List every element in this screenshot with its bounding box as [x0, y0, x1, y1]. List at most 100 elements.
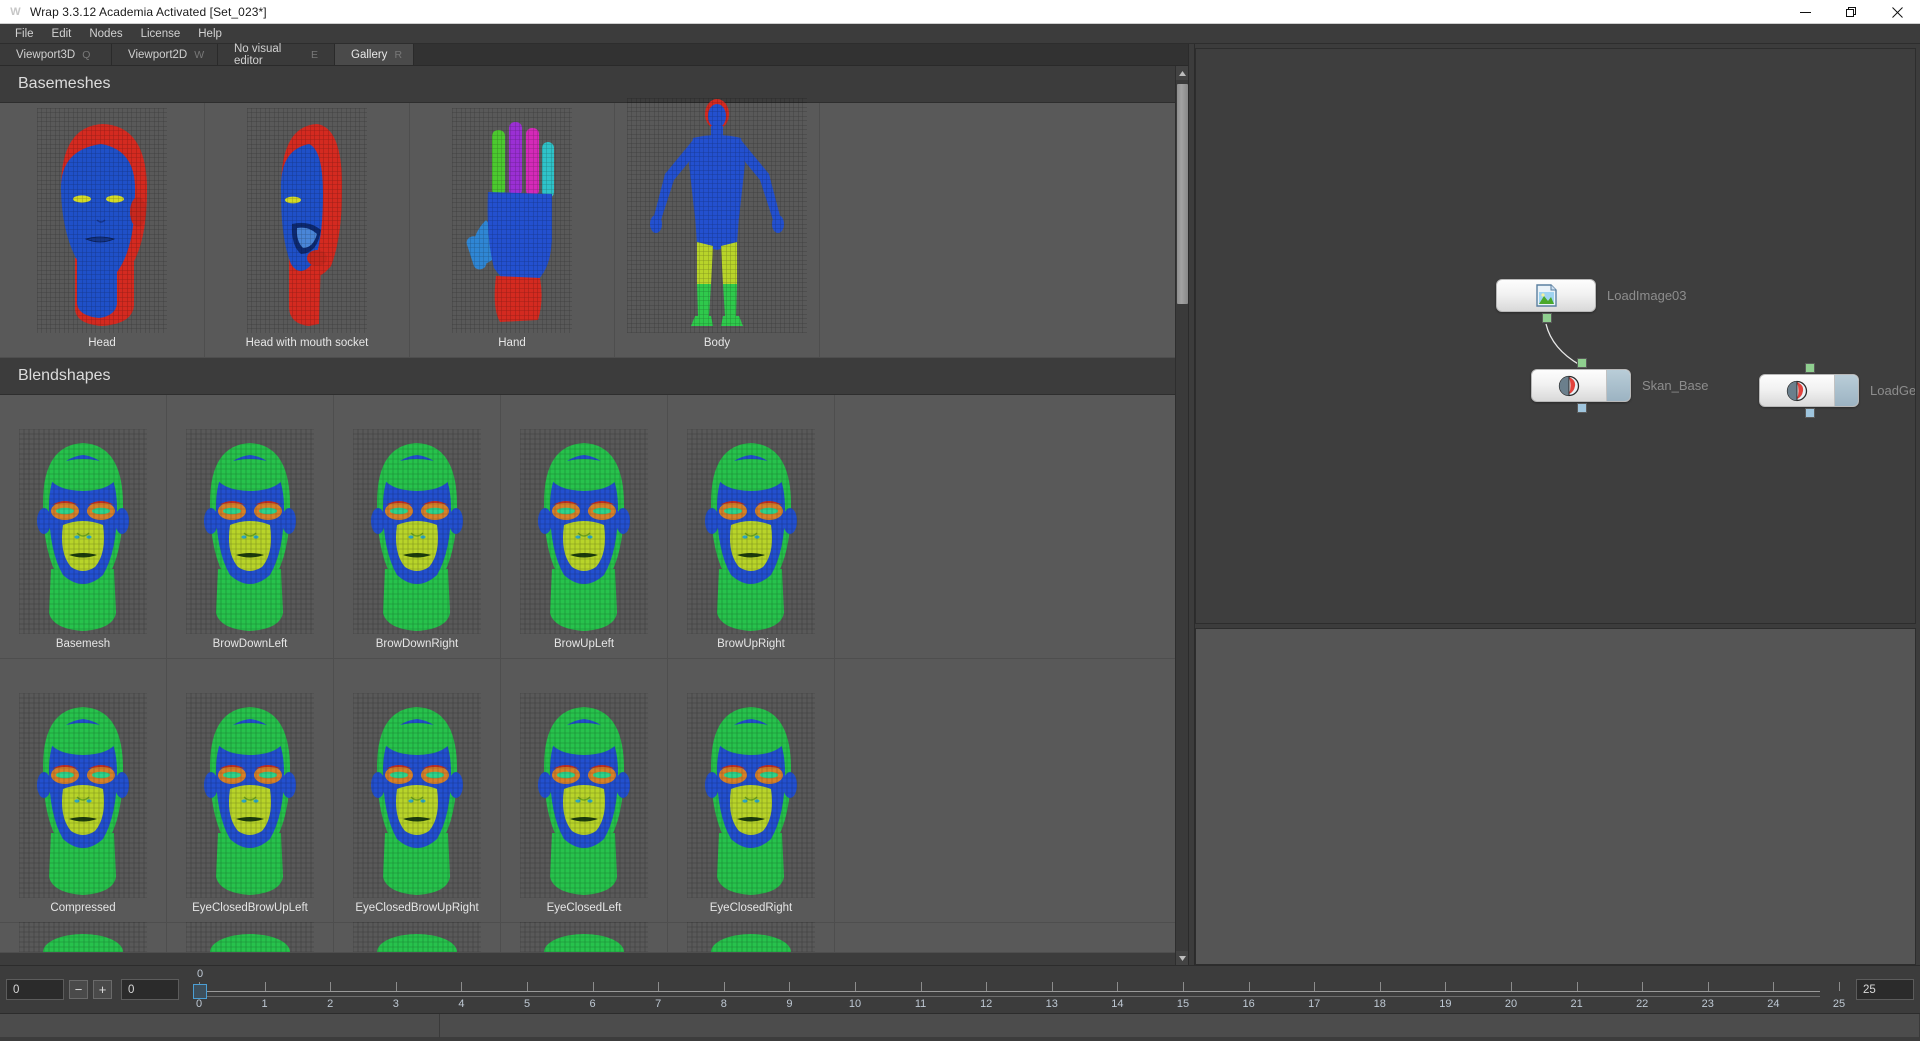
ruler-tick: [1379, 981, 1381, 991]
menu-item-edit[interactable]: Edit: [43, 24, 81, 44]
gallery-item-eyeclosedbrowupleft[interactable]: EyeClosedBrowUpLeft: [167, 659, 334, 923]
gallery-item-browupleft[interactable]: [501, 922, 668, 953]
minimize-icon[interactable]: [1782, 0, 1828, 24]
gallery-row-filler: [835, 659, 1175, 923]
gallery-item-body[interactable]: Body: [615, 98, 820, 358]
nodegraph-panel: LoadImage03 Skan_Base LoadGe: [1195, 44, 1920, 965]
ruler-tick: [789, 981, 791, 991]
tab-viewport2d[interactable]: Viewport2D W: [112, 44, 218, 65]
gallery-item-browdownleft[interactable]: BrowDownLeft: [167, 395, 334, 659]
node-body[interactable]: [1531, 358, 1631, 413]
gallery-item-head-with-mouth-socket[interactable]: Head with mouth socket: [205, 103, 410, 358]
timeline-ruler[interactable]: 0 1 2 3 4 5 6 7 8 9 10 11 12 13 14 15 16 17 18 19 20 21 22 23 24…: [193, 966, 1846, 1014]
tab-label: Gallery: [351, 48, 388, 61]
head-mesh-icon: [37, 108, 167, 333]
gallery-row-filler: [835, 395, 1175, 659]
blendshape-head-icon: [520, 693, 648, 898]
node-output-port[interactable]: [1577, 403, 1587, 413]
gallery-item-compressed[interactable]: Compressed: [0, 659, 167, 923]
ruler-tick: [461, 981, 463, 991]
node-input-port[interactable]: [1805, 363, 1815, 373]
tab-hotkey: E: [310, 48, 318, 61]
node-output-port[interactable]: [1542, 313, 1552, 323]
restore-icon[interactable]: [1828, 0, 1874, 24]
gallery-scroll-area: Basemeshes Head Head with mouth socket H…: [0, 66, 1188, 965]
gallery-item-eyeclosedleft[interactable]: EyeClosedLeft: [501, 659, 668, 923]
ruler-tick-label: 22: [1636, 997, 1649, 1010]
menu-item-help[interactable]: Help: [189, 24, 231, 44]
nodegraph-canvas[interactable]: LoadImage03 Skan_Base LoadGe: [1195, 48, 1916, 624]
blendshape-head-icon: [520, 922, 648, 952]
blendshape-head-icon: [186, 922, 314, 952]
gallery-item-label: BrowUpRight: [717, 638, 785, 650]
current-frame-input[interactable]: 0: [6, 979, 64, 1000]
range-start-input[interactable]: 0: [121, 979, 179, 1000]
scrollbar-thumb[interactable]: [1176, 84, 1188, 304]
node-skan-base[interactable]: Skan_Base: [1531, 358, 1709, 413]
gallery-scrollbar[interactable]: [1175, 66, 1188, 965]
ruler-tick-label: 25: [1832, 997, 1846, 1010]
ruler-tick: [1707, 981, 1709, 991]
ruler-tick-label: 11: [914, 997, 927, 1010]
node-input-port[interactable]: [1577, 358, 1587, 368]
gallery-item-browupleft[interactable]: BrowUpLeft: [501, 395, 668, 659]
tab-gallery[interactable]: Gallery R: [335, 44, 414, 65]
node-body[interactable]: [1759, 363, 1859, 418]
tab-label: Viewport3D: [16, 48, 76, 61]
scroll-down-icon[interactable]: [1175, 951, 1188, 965]
menu-item-nodes[interactable]: Nodes: [80, 24, 131, 44]
gallery-item-label: BrowDownLeft: [212, 638, 288, 650]
ruler-tick: [920, 981, 922, 991]
scrollbar-track[interactable]: [1175, 80, 1188, 951]
blendshape-head-icon: [520, 429, 648, 634]
node-output-port[interactable]: [1805, 408, 1815, 418]
gallery-item-browdownleft[interactable]: [167, 922, 334, 953]
gallery-item-hand[interactable]: Hand: [410, 103, 615, 358]
ruler-tick: [1051, 981, 1053, 991]
tab-hotkey: Q: [82, 48, 91, 61]
ruler-tick: [723, 981, 725, 991]
gallery-item-eyeclosedbrowupright[interactable]: EyeClosedBrowUpRight: [334, 659, 501, 923]
gallery-row: Compressed EyeClosedBrowUpLeft EyeClosed…: [0, 659, 1175, 923]
gallery-item-browdownright[interactable]: BrowDownRight: [334, 395, 501, 659]
gallery-item-browupright[interactable]: BrowUpRight: [668, 395, 835, 659]
ruler-tick-label: 13: [1045, 997, 1058, 1010]
hand-mesh-icon: [452, 108, 572, 333]
gallery-item-basemesh[interactable]: Basemesh: [0, 395, 167, 659]
gallery-item-eyeclosedright[interactable]: EyeClosedRight: [668, 659, 835, 923]
blendshape-head-icon: [353, 429, 481, 634]
scroll-up-icon[interactable]: [1175, 66, 1188, 80]
gallery-row-filler: [820, 103, 1175, 358]
node-body[interactable]: [1496, 279, 1596, 323]
section-header-blendshapes: Blendshapes: [0, 358, 1175, 395]
blendshape-head-icon: [353, 922, 481, 952]
tab-no-visual-editor[interactable]: No visual editor E: [218, 43, 335, 67]
menu-item-license[interactable]: License: [132, 24, 190, 44]
tab-hotkey: R: [394, 48, 403, 61]
ruler-tick-label: 17: [1308, 997, 1321, 1010]
gallery-item-head[interactable]: Head: [0, 103, 205, 358]
geometry-icon: [1760, 379, 1834, 403]
close-icon[interactable]: [1874, 0, 1920, 24]
blendshape-head-icon: [186, 429, 314, 634]
gallery-row-filler: [835, 923, 1175, 953]
window-titlebar: W Wrap 3.3.12 Academia Activated [Set_02…: [0, 0, 1920, 24]
gallery-item-browdownright[interactable]: [334, 922, 501, 953]
node-label: Skan_Base: [1642, 378, 1709, 393]
timeline-playhead[interactable]: [193, 983, 207, 999]
node-loadgeom03[interactable]: LoadGeom03: [1759, 363, 1915, 418]
menu-item-file[interactable]: File: [6, 24, 43, 44]
frame-increment-button[interactable]: +: [93, 980, 112, 999]
ruler-tick-label: 10: [848, 997, 862, 1010]
gallery-item-label: Body: [703, 337, 731, 349]
tab-viewport3d[interactable]: Viewport3D Q: [0, 44, 112, 65]
range-end-input[interactable]: 25: [1856, 979, 1914, 1000]
frame-decrement-button[interactable]: −: [69, 980, 88, 999]
ruler-tick-label: 1: [261, 997, 268, 1010]
panel-splitter[interactable]: [1188, 44, 1195, 965]
gallery-item-browupright[interactable]: [668, 922, 835, 953]
gallery-item-basemesh[interactable]: [0, 922, 167, 953]
window-controls: [1782, 0, 1920, 24]
properties-panel: [1195, 628, 1916, 965]
node-loadimage03[interactable]: LoadImage03: [1496, 279, 1687, 323]
